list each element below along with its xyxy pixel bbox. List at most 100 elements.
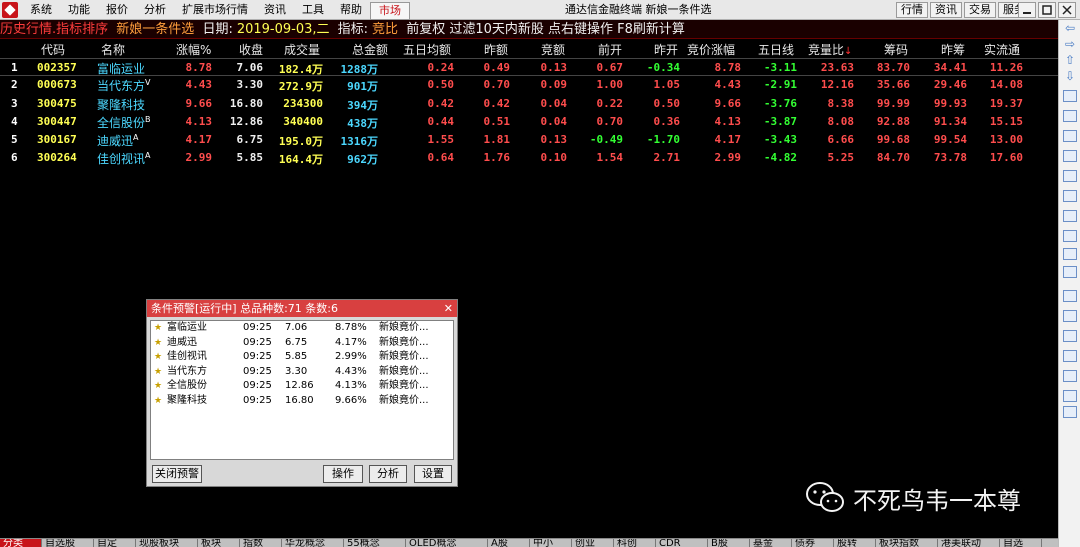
alert-row[interactable]: ★ 富临运业 09:25 7.06 8.78% 新娘竟价... <box>151 321 453 336</box>
menu-tools[interactable]: 工具 <box>294 0 332 20</box>
arrow-up-icon[interactable]: ⇧ <box>1063 54 1077 66</box>
close-alert-button[interactable]: 关闭预警 <box>152 465 202 483</box>
bottom-tab[interactable]: 债券 <box>792 539 834 547</box>
news-button[interactable]: 资讯 <box>930 2 962 18</box>
document-icon[interactable] <box>1063 190 1077 202</box>
maximize-icon[interactable] <box>1038 2 1056 18</box>
edit-icon[interactable] <box>1063 310 1077 322</box>
fx-icon[interactable] <box>1063 230 1077 242</box>
col-header-vratio[interactable]: 竞量比↓ <box>808 41 852 58</box>
bottom-tab[interactable]: OLED概念 <box>406 539 488 547</box>
arrow-left-icon[interactable]: ⇦ <box>1063 22 1077 34</box>
alert-row[interactable]: ★ 聚隆科技 09:25 16.80 9.66% 新娘竟价... <box>151 394 453 409</box>
col-header-name[interactable]: 名称 <box>101 41 125 58</box>
table-row[interactable]: 5 300167 迪威迅A 4.17 6.75 195.0万 1316万 1.55 1.81 0.… <box>0 131 1058 149</box>
col-header-float[interactable]: 实流通 <box>984 41 1020 58</box>
alert-row[interactable]: ★ 迪威迅 09:25 6.75 4.17% 新娘竟价... <box>151 336 453 351</box>
export-icon[interactable] <box>1063 350 1077 362</box>
bottom-tab[interactable]: 基金 <box>750 539 792 547</box>
cell-vol: 182.4万 <box>278 63 323 76</box>
col-header-avg5[interactable]: 五日均额 <box>403 41 451 58</box>
bottom-tab[interactable]: 指数 <box>240 539 282 547</box>
col-header-pct[interactable]: 涨幅% <box>176 41 211 58</box>
table-row[interactable]: 2 000673 当代东方V 4.43 3.30 272.9万 901万 0.50 0.70 0.… <box>0 76 1058 94</box>
analyze-button[interactable]: 分析 <box>369 465 407 483</box>
minimize-icon[interactable] <box>1018 2 1036 18</box>
operate-button[interactable]: 操作 <box>323 465 363 483</box>
bottom-tab[interactable]: CDR <box>656 539 708 547</box>
menu-function[interactable]: 功能 <box>60 0 98 20</box>
col-header-bamt[interactable]: 竞额 <box>541 41 565 58</box>
arrow-down-icon[interactable]: ⇩ <box>1063 70 1077 82</box>
col-header-yamt[interactable]: 昨额 <box>484 41 508 58</box>
menu-analysis[interactable]: 分析 <box>136 0 174 20</box>
col-header-volume[interactable]: 成交量 <box>284 41 320 58</box>
news-icon[interactable] <box>1063 290 1077 302</box>
menu-quote[interactable]: 报价 <box>98 0 136 20</box>
window-title: 通达信金融终端 新娘一条件选 <box>565 3 712 16</box>
chart-icon[interactable] <box>1063 210 1077 222</box>
cell-chip: 99.68 <box>876 133 910 147</box>
bottom-tab[interactable]: 中小 <box>530 539 572 547</box>
alert-row[interactable]: ★ 佳创视讯 09:25 5.85 2.99% 新娘竟价... <box>151 350 453 365</box>
bottom-tab[interactable]: 华龙概念 <box>282 539 344 547</box>
bottom-tab[interactable]: 自定 <box>94 539 136 547</box>
menu-ext-market[interactable]: 扩展市场行情 <box>174 0 256 20</box>
bottom-tab[interactable]: 自选 <box>1000 539 1042 547</box>
alert-row[interactable]: ★ 当代东方 09:25 3.30 4.43% 新娘竟价... <box>151 365 453 380</box>
bottom-tab[interactable]: 现股板块 <box>136 539 198 547</box>
grid-view-icon[interactable] <box>1063 90 1077 102</box>
table-row[interactable]: 3 300475 聚隆科技 9.66 16.80 234300 394万 0.42 0.42 0.… <box>0 95 1058 113</box>
bottom-tab[interactable]: A股 <box>488 539 530 547</box>
cell-float: 17.60 <box>989 151 1023 165</box>
refresh-icon[interactable] <box>1063 266 1077 278</box>
bottom-tab[interactable]: 板块指数 <box>876 539 938 547</box>
line-chart-icon[interactable] <box>1063 110 1077 122</box>
col-header-ma5[interactable]: 五日线 <box>758 41 794 58</box>
menu-market[interactable]: 市场 <box>370 1 410 20</box>
bottom-tab[interactable]: 股转 <box>834 539 876 547</box>
col-header-yopen[interactable]: 昨开 <box>654 41 678 58</box>
table-row[interactable]: 6 300264 佳创视讯A 2.99 5.85 164.4万 962万 0.64 1.76 0.… <box>0 149 1058 167</box>
settings-button[interactable]: 设置 <box>414 465 452 483</box>
col-header-close[interactable]: 收盘 <box>239 41 263 58</box>
bottom-tab[interactable]: B股 <box>708 539 750 547</box>
bottom-tab[interactable]: 创业 <box>572 539 614 547</box>
col-header-chip[interactable]: 筹码 <box>884 41 908 58</box>
bottom-tab[interactable]: 55概念 <box>344 539 406 547</box>
folder-icon[interactable] <box>1063 370 1077 382</box>
col-header-bpct[interactable]: 竞价涨幅 <box>687 41 735 58</box>
bottom-tab[interactable]: 自选股 <box>42 539 94 547</box>
col-header-ychip[interactable]: 昨筹 <box>941 41 965 58</box>
menu-help[interactable]: 帮助 <box>332 0 370 20</box>
close-icon[interactable] <box>1058 2 1076 18</box>
list-icon[interactable] <box>1063 150 1077 162</box>
history-label[interactable]: 历史行情.指标排序 <box>0 22 108 37</box>
bar-chart-icon[interactable] <box>1063 130 1077 142</box>
trade-button[interactable]: 交易 <box>964 2 996 18</box>
col-header-amount[interactable]: 总金额 <box>352 41 388 58</box>
menu-system[interactable]: 系统 <box>22 0 60 20</box>
alert-row[interactable]: ★ 全信股份 09:25 12.86 4.13% 新娘竟价... <box>151 379 453 394</box>
alert-title-bar[interactable]: 条件预警[运行中] 总品种数:71 条数:6 ✕ <box>147 300 457 317</box>
note-icon[interactable] <box>1063 330 1077 342</box>
bottom-tab[interactable]: 板块 <box>198 539 240 547</box>
col-header-popen[interactable]: 前开 <box>598 41 622 58</box>
link-icon[interactable] <box>1063 390 1077 402</box>
bottom-tab[interactable]: 分类 <box>0 539 42 547</box>
formula-icon[interactable] <box>1063 248 1077 260</box>
cell-chip: 99.99 <box>876 96 910 110</box>
menu-news[interactable]: 资讯 <box>256 0 294 20</box>
alert-time: 09:25 <box>243 336 272 348</box>
quotes-button[interactable]: 行情 <box>896 2 928 18</box>
f10-icon[interactable] <box>1063 170 1077 182</box>
settings-icon[interactable] <box>1063 406 1077 418</box>
arrow-right-icon[interactable]: ⇨ <box>1063 38 1077 50</box>
alert-close-icon[interactable]: ✕ <box>444 300 453 317</box>
table-row[interactable]: 1 002357 富临运业 8.78 7.06 182.4万 1288万 0.24 0.49 0.… <box>0 58 1058 77</box>
bottom-tab[interactable]: 港美联动 <box>938 539 1000 547</box>
table-row[interactable]: 4 300447 全信股份B 4.13 12.86 340400 438万 0.44 0.51 0… <box>0 113 1058 131</box>
formula-name: 新娘一条件选 <box>116 22 195 37</box>
bottom-tab[interactable]: 科创 <box>614 539 656 547</box>
col-header-code[interactable]: 代码 <box>41 41 65 58</box>
